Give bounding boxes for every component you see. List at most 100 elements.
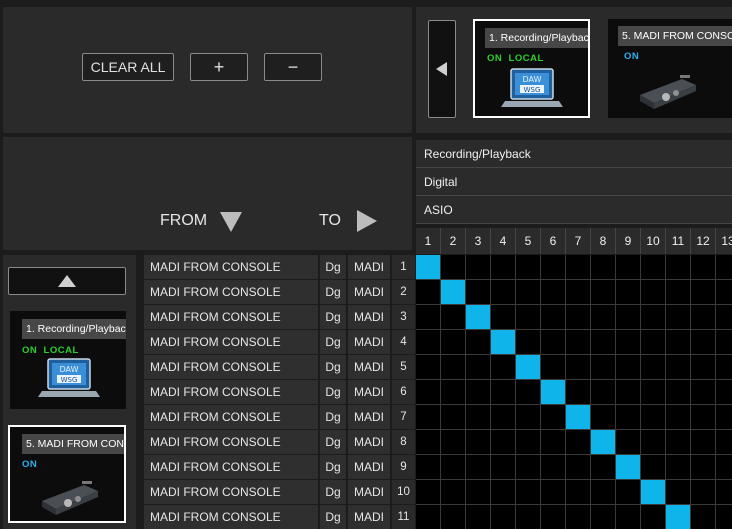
grid-line <box>715 255 716 529</box>
crosspoint-active[interactable] <box>641 480 665 504</box>
dest-channel-number[interactable]: 11 <box>666 228 691 254</box>
grid-line <box>515 255 516 529</box>
source-channel-name: MADI FROM CONSOLE <box>144 405 318 429</box>
scroll-left-button[interactable] <box>428 20 456 118</box>
source-channel-row[interactable]: MADI FROM CONSOLE Dg MADI 2 <box>144 280 415 304</box>
svg-text:WSG: WSG <box>61 376 78 384</box>
device-title: 1. Recording/Playback <box>22 319 126 339</box>
source-channel-name: MADI FROM CONSOLE <box>144 380 318 404</box>
source-channel-row[interactable]: MADI FROM CONSOLE Dg MADI 1 <box>144 255 415 279</box>
source-signal-type: Dg <box>320 255 346 279</box>
source-channel-number: 5 <box>392 355 415 379</box>
grid-line <box>690 255 691 529</box>
source-signal-type: Dg <box>320 505 346 529</box>
source-channel-number: 10 <box>392 480 415 504</box>
source-channel-name: MADI FROM CONSOLE <box>144 255 318 279</box>
device-title: 5. MADI FROM CONSOLE <box>22 434 124 454</box>
source-channel-number: 6 <box>392 380 415 404</box>
source-channel-row[interactable]: MADI FROM CONSOLE Dg MADI 3 <box>144 305 415 329</box>
madi-device-icon <box>640 75 696 109</box>
device-thumb-recording-playback[interactable]: 1. Recording/Playback ON LOCAL DAW WSG <box>10 311 126 409</box>
crosspoint-active[interactable] <box>591 430 615 454</box>
crosspoint-matrix[interactable] <box>416 255 732 529</box>
dest-channel-numbers: 1 2 3 4 5 6 7 8 9 10 11 12 13 <box>416 228 732 254</box>
status-on: ON <box>487 53 503 64</box>
grid-line <box>416 429 732 430</box>
dest-channel-number[interactable]: 1 <box>416 228 441 254</box>
grid-line <box>665 255 666 529</box>
dest-channel-number[interactable]: 9 <box>616 228 641 254</box>
source-signal-type: Dg <box>320 330 346 354</box>
source-port: MADI <box>348 255 390 279</box>
triangle-down-icon <box>220 212 242 232</box>
source-channel-number: 9 <box>392 455 415 479</box>
grid-line <box>416 379 732 380</box>
source-channel-row[interactable]: MADI FROM CONSOLE Dg MADI 5 <box>144 355 415 379</box>
source-port: MADI <box>348 305 390 329</box>
dest-channel-number[interactable]: 13 <box>716 228 732 254</box>
crosspoint-active[interactable] <box>416 255 440 279</box>
source-signal-type: Dg <box>320 380 346 404</box>
source-channel-row[interactable]: MADI FROM CONSOLE Dg MADI 6 <box>144 380 415 404</box>
dest-channel-number[interactable]: 10 <box>641 228 666 254</box>
crosspoint-active[interactable] <box>541 380 565 404</box>
source-channel-row[interactable]: MADI FROM CONSOLE Dg MADI 10 <box>144 480 415 504</box>
dest-channel-number[interactable]: 2 <box>441 228 466 254</box>
source-port: MADI <box>348 405 390 429</box>
source-channel-name: MADI FROM CONSOLE <box>144 505 318 529</box>
dest-channel-number[interactable]: 5 <box>516 228 541 254</box>
source-port: MADI <box>348 380 390 404</box>
dest-channel-number[interactable]: 7 <box>566 228 591 254</box>
source-channel-number: 1 <box>392 255 415 279</box>
source-channel-row[interactable]: MADI FROM CONSOLE Dg MADI 11 <box>144 505 415 529</box>
crosspoint-active[interactable] <box>516 355 540 379</box>
triangle-up-icon <box>58 275 76 287</box>
crosspoint-active[interactable] <box>666 505 690 529</box>
daw-wsg-icon: DAW WSG <box>38 358 100 397</box>
dest-channel-number[interactable]: 8 <box>591 228 616 254</box>
routing-direction-panel <box>3 137 412 250</box>
source-channel-number: 8 <box>392 430 415 454</box>
crosspoint-active[interactable] <box>566 405 590 429</box>
dest-channel-number[interactable]: 12 <box>691 228 716 254</box>
grid-line <box>416 354 732 355</box>
svg-text:DAW: DAW <box>60 365 79 374</box>
device-thumb-recording-playback[interactable]: 1. Recording/Playback ON LOCAL DAW WSG <box>473 19 590 118</box>
crosspoint-active[interactable] <box>491 330 515 354</box>
device-title: 5. MADI FROM CONSOLE <box>618 26 732 46</box>
status-local: LOCAL <box>508 53 544 64</box>
crosspoint-active[interactable] <box>466 305 490 329</box>
source-port: MADI <box>348 505 390 529</box>
source-channel-name: MADI FROM CONSOLE <box>144 280 318 304</box>
source-channel-name: MADI FROM CONSOLE <box>144 480 318 504</box>
source-channel-row[interactable]: MADI FROM CONSOLE Dg MADI 9 <box>144 455 415 479</box>
status-on: ON <box>624 51 640 62</box>
source-port: MADI <box>348 455 390 479</box>
device-status: ON LOCAL <box>487 53 544 64</box>
status-on: ON <box>22 345 38 356</box>
crosspoint-active[interactable] <box>441 280 465 304</box>
device-thumb-madi-from-console[interactable]: 5. MADI FROM CONSOLE ON <box>608 19 732 118</box>
dest-channel-number[interactable]: 3 <box>466 228 491 254</box>
grid-line <box>416 304 732 305</box>
device-thumb-madi-from-console[interactable]: 5. MADI FROM CONSOLE ON <box>8 425 126 523</box>
source-channel-row[interactable]: MADI FROM CONSOLE Dg MADI 7 <box>144 405 415 429</box>
triangle-left-icon <box>436 62 447 76</box>
clear-all-button[interactable]: CLEAR ALL <box>82 53 174 81</box>
source-port: MADI <box>348 355 390 379</box>
add-button[interactable]: + <box>190 53 248 81</box>
scroll-up-button[interactable] <box>8 267 126 295</box>
grid-line <box>416 454 732 455</box>
source-channel-row[interactable]: MADI FROM CONSOLE Dg MADI 4 <box>144 330 415 354</box>
crosspoint-active[interactable] <box>616 455 640 479</box>
dest-driver: ASIO <box>416 196 732 224</box>
remove-button[interactable]: − <box>264 53 322 81</box>
grid-line <box>416 479 732 480</box>
to-label: TO <box>319 212 341 229</box>
dest-channel-number[interactable]: 4 <box>491 228 516 254</box>
daw-wsg-icon: DAW WSG <box>501 68 563 107</box>
source-channel-name: MADI FROM CONSOLE <box>144 455 318 479</box>
dest-channel-number[interactable]: 6 <box>541 228 566 254</box>
source-signal-type: Dg <box>320 305 346 329</box>
source-channel-row[interactable]: MADI FROM CONSOLE Dg MADI 8 <box>144 430 415 454</box>
